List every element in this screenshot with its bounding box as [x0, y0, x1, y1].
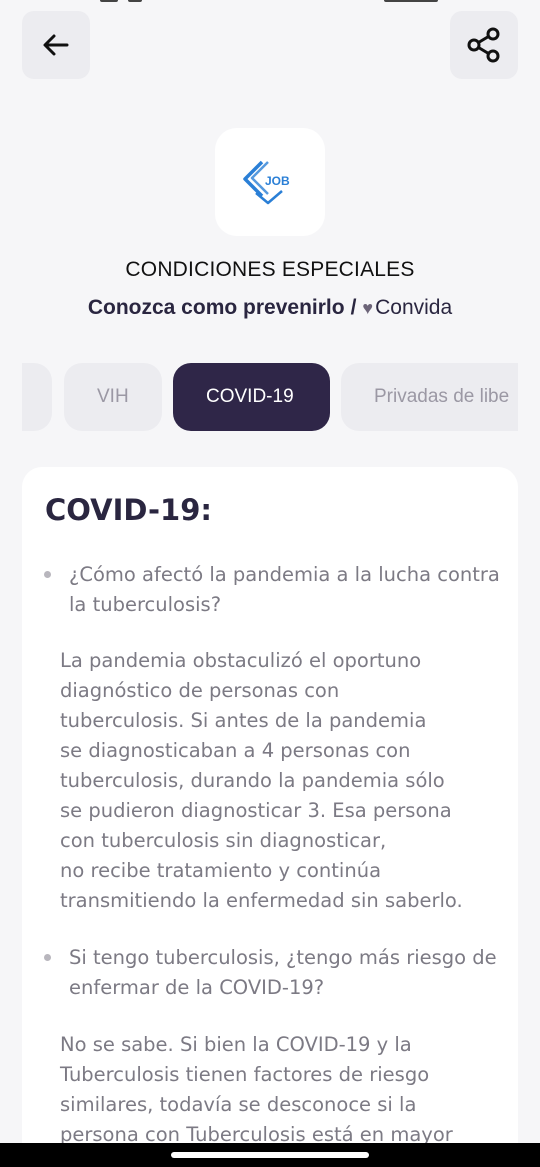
job-logo-icon: JOB [243, 160, 290, 205]
content-heading: COVID-19: [45, 493, 212, 527]
home-indicator[interactable] [171, 1152, 369, 1158]
bullet-icon [44, 954, 51, 961]
status-bar-fragment [0, 0, 540, 4]
tab-previous[interactable] [22, 363, 52, 431]
subtitle-text: Conozca como prevenirlo [87, 296, 345, 319]
arrow-left-icon [43, 34, 69, 56]
question-item: ¿Cómo afectó la pandemia a la lucha cont… [44, 560, 504, 620]
tab-vih[interactable]: VIH [64, 363, 162, 431]
bullet-icon [44, 571, 51, 578]
brand-logo: JOB [215, 128, 325, 236]
tab-covid-19[interactable]: COVID-19 [173, 363, 330, 431]
subtitle-separator: / [350, 296, 357, 319]
share-button[interactable] [450, 11, 518, 79]
svg-text:JOB: JOB [265, 174, 290, 188]
page-title: CONDICIONES ESPECIALES [125, 258, 415, 281]
system-home-bar [0, 1143, 540, 1167]
question-item: Si tengo tuberculosis, ¿tengo más riesgo… [44, 943, 504, 1003]
category-tabs[interactable]: VIH COVID-19 Privadas de libe [22, 363, 518, 431]
question-text: ¿Cómo afectó la pandemia a la lucha cont… [69, 563, 500, 616]
answer-text: La pandemia obstaculizó el oportuno diag… [60, 649, 463, 912]
tab-privadas-de-libertad[interactable]: Privadas de libe [341, 363, 518, 431]
back-button[interactable] [22, 11, 90, 79]
answer-text: No se sabe. Si bien la COVID-19 y la Tub… [60, 1033, 453, 1146]
subtitle-brand: Convida [375, 296, 453, 319]
share-icon [467, 27, 500, 63]
page-subtitle: Conozca como prevenirlo / ♥ Convida [0, 296, 540, 320]
heart-icon: ♥ [362, 297, 374, 318]
content-card: COVID-19: ¿Cómo afectó la pandemia a la … [22, 467, 518, 1167]
question-text: Si tengo tuberculosis, ¿tengo más riesgo… [69, 946, 497, 999]
